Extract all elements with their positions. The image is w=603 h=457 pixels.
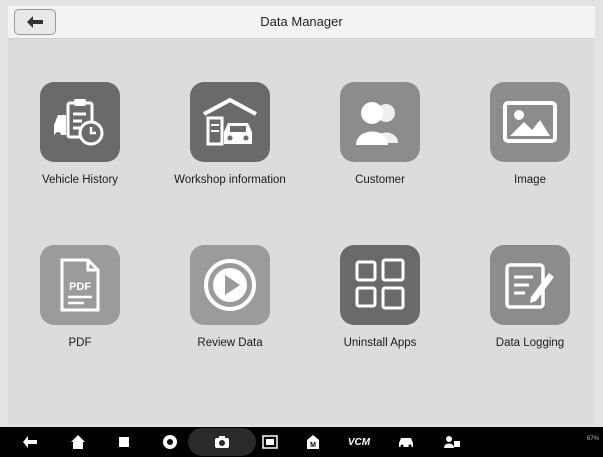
remote-icon[interactable] <box>442 433 462 451</box>
back-icon[interactable] <box>20 433 40 451</box>
svg-text:M: M <box>310 442 316 449</box>
tile-label: Customer <box>355 174 405 186</box>
system-navigation-bar: M VCM 67% <box>0 427 603 457</box>
page-title: Data Manager <box>260 14 343 29</box>
home-icon[interactable] <box>68 433 88 451</box>
header-bar: Data Manager <box>8 6 595 39</box>
tile-label: Image <box>514 174 546 186</box>
tablet-screen: Data Manager Vehicle History Workshop in… <box>0 0 603 457</box>
tile-vehicle-history[interactable]: Vehicle History <box>20 82 140 186</box>
status-battery: 67% <box>586 436 599 442</box>
tile-label: Data Logging <box>495 337 565 349</box>
tile-customer[interactable]: Customer <box>320 82 440 186</box>
workshop-icon <box>190 82 270 162</box>
tile-label: Workshop information <box>174 174 286 186</box>
chrome-icon[interactable] <box>160 433 180 451</box>
vcm-icon[interactable]: VCM <box>345 433 373 451</box>
tile-label: Uninstall Apps <box>343 337 417 349</box>
image-icon <box>490 82 570 162</box>
tile-data-logging[interactable]: Data Logging <box>470 245 590 349</box>
play-icon <box>190 245 270 325</box>
pdf-badge-text: PDF <box>69 281 91 293</box>
tile-image[interactable]: Image <box>470 82 590 186</box>
tile-label: PDF <box>68 337 92 349</box>
maxifix-icon[interactable]: M <box>303 433 323 451</box>
apps-grid-icon <box>340 245 420 325</box>
app-grid: Vehicle History Workshop information Cus… <box>8 39 595 425</box>
tile-label: Vehicle History <box>41 174 119 186</box>
tile-pdf[interactable]: PDF PDF <box>20 245 140 349</box>
recent-apps-icon[interactable] <box>114 433 134 451</box>
tile-label: Review Data <box>197 337 263 349</box>
camera-icon[interactable] <box>212 433 232 451</box>
tile-workshop-information[interactable]: Workshop information <box>170 82 290 186</box>
vcm-label: VCM <box>347 436 371 448</box>
data-logging-icon <box>490 245 570 325</box>
screenshot-icon[interactable] <box>260 433 280 451</box>
customer-icon <box>340 82 420 162</box>
pdf-icon: PDF <box>40 245 120 325</box>
tile-review-data[interactable]: Review Data <box>170 245 290 349</box>
vehicle-icon[interactable] <box>396 433 416 451</box>
tile-uninstall-apps[interactable]: Uninstall Apps <box>320 245 440 349</box>
vehicle-history-icon <box>40 82 120 162</box>
